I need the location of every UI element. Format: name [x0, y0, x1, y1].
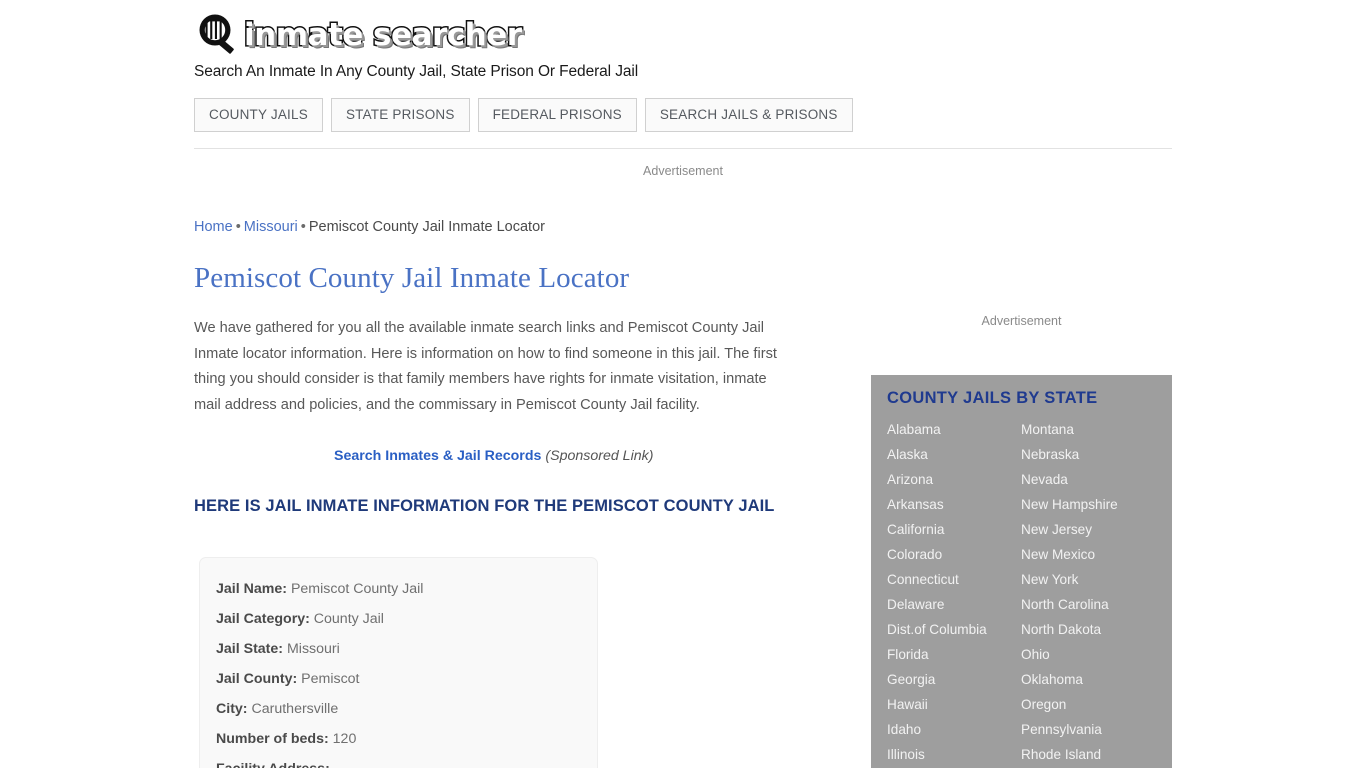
breadcrumb-separator-2: • [300, 219, 306, 235]
info-value: Caruthersville [251, 701, 339, 717]
county-jails-by-state-panel: COUNTY JAILS BY STATE Alabama Alaska Ari… [871, 375, 1172, 768]
site-logo[interactable]: inmate searcher [194, 10, 1172, 60]
state-link-connecticut[interactable]: Connecticut [887, 567, 1021, 592]
breadcrumb-current: Pemiscot County Jail Inmate Locator [308, 219, 545, 235]
info-row: Jail Category: County Jail [216, 604, 597, 634]
site-logo-text: inmate searcher [243, 16, 524, 55]
site-tagline: Search An Inmate In Any County Jail, Sta… [194, 63, 639, 80]
breadcrumb-state-link[interactable]: Missouri [244, 219, 298, 235]
magnifier-jail-icon [194, 11, 242, 59]
state-link-north-dakota[interactable]: North Dakota [1021, 617, 1155, 642]
state-link-nevada[interactable]: Nevada [1021, 467, 1155, 492]
info-row: Jail County: Pemiscot [216, 664, 597, 694]
state-link-new-mexico[interactable]: New Mexico [1021, 542, 1155, 567]
state-link-new-hampshire[interactable]: New Hampshire [1021, 492, 1155, 517]
info-row: Jail Name: Pemiscot County Jail [216, 574, 597, 604]
info-value: 120 [332, 731, 357, 747]
info-value: Missouri [286, 641, 340, 657]
state-link-california[interactable]: California [887, 517, 1021, 542]
state-link-north-carolina[interactable]: North Carolina [1021, 592, 1155, 617]
state-link-new-york[interactable]: New York [1021, 567, 1155, 592]
page-root: inmate searcher Search An Inmate In Any … [0, 0, 1366, 768]
sponsored-link-row: Search Inmates & Jail Records (Sponsored … [194, 448, 794, 464]
state-link-arkansas[interactable]: Arkansas [887, 492, 1021, 517]
state-link-colorado[interactable]: Colorado [887, 542, 1021, 567]
breadcrumb-home-link[interactable]: Home [194, 219, 233, 235]
jail-info-card: Jail Name: Pemiscot County Jail Jail Cat… [199, 557, 598, 768]
info-row: Jail State: Missouri [216, 634, 597, 664]
breadcrumb: Home • Missouri • Pemiscot County Jail Inmat… [194, 219, 545, 235]
state-link-nebraska[interactable]: Nebraska [1021, 442, 1155, 467]
states-column-left: Alabama Alaska Arizona Arkansas Californ… [887, 417, 1021, 767]
info-row: Number of beds: 120 [216, 724, 597, 754]
page-title: Pemiscot County Jail Inmate Locator [194, 262, 630, 294]
sponsored-note: (Sponsored Link) [545, 448, 654, 464]
info-label: Number of beds: [216, 731, 329, 747]
state-link-dist-of-columbia[interactable]: Dist.of Columbia [887, 617, 1021, 642]
info-value: County Jail [313, 611, 384, 627]
nav-item-search-jails-prisons[interactable]: SEARCH JAILS & PRISONS [644, 98, 853, 132]
states-column-right: Montana Nebraska Nevada New Hampshire Ne… [1021, 417, 1155, 767]
top-ad-label: Advertisement [643, 164, 723, 178]
state-link-rhode-island[interactable]: Rhode Island [1021, 742, 1155, 767]
state-link-georgia[interactable]: Georgia [887, 667, 1021, 692]
nav-item-federal-prisons[interactable]: FEDERAL PRISONS [477, 98, 637, 132]
state-link-alabama[interactable]: Alabama [887, 417, 1021, 442]
breadcrumb-separator: • [235, 219, 241, 235]
info-row: City: Caruthersville [216, 694, 597, 724]
main-content: Pemiscot County Jail Inmate Locator We h… [194, 258, 794, 519]
state-link-new-jersey[interactable]: New Jersey [1021, 517, 1155, 542]
state-link-oklahoma[interactable]: Oklahoma [1021, 667, 1155, 692]
state-link-idaho[interactable]: Idaho [887, 717, 1021, 742]
nav-item-state-prisons[interactable]: STATE PRISONS [330, 98, 470, 132]
primary-nav: COUNTY JAILS STATE PRISONS FEDERAL PRISO… [194, 98, 853, 132]
state-link-pennsylvania[interactable]: Pennsylvania [1021, 717, 1155, 742]
states-panel-title: COUNTY JAILS BY STATE [887, 389, 1098, 407]
info-value: Pemiscot County Jail [290, 581, 424, 597]
state-link-montana[interactable]: Montana [1021, 417, 1155, 442]
state-link-alaska[interactable]: Alaska [887, 442, 1021, 467]
section-heading: HERE IS JAIL INMATE INFORMATION FOR THE … [194, 497, 775, 515]
state-link-arizona[interactable]: Arizona [887, 467, 1021, 492]
state-link-oregon[interactable]: Oregon [1021, 692, 1155, 717]
info-value: Pemiscot [301, 671, 360, 687]
state-link-delaware[interactable]: Delaware [887, 592, 1021, 617]
intro-paragraph: We have gathered for you all the availab… [194, 320, 777, 413]
states-columns: Alabama Alaska Arizona Arkansas Californ… [887, 417, 1172, 767]
info-row: Facility Address: [216, 754, 597, 768]
info-label: City: [216, 701, 248, 717]
info-label: Jail Category: [216, 611, 310, 627]
sidebar-ad-label: Advertisement [981, 314, 1062, 328]
header-divider [194, 148, 1172, 149]
state-link-ohio[interactable]: Ohio [1021, 642, 1155, 667]
state-link-illinois[interactable]: Illinois [887, 742, 1021, 767]
state-link-hawaii[interactable]: Hawaii [887, 692, 1021, 717]
site-header: inmate searcher Search An Inmate In Any … [194, 10, 1172, 81]
info-label: Jail Name: [216, 581, 287, 597]
nav-item-county-jails[interactable]: COUNTY JAILS [194, 98, 323, 132]
info-label: Jail State: [216, 641, 284, 657]
state-link-florida[interactable]: Florida [887, 642, 1021, 667]
search-inmates-records-link[interactable]: Search Inmates & Jail Records [334, 448, 541, 464]
info-label: Facility Address: [216, 761, 330, 768]
info-label: Jail County: [216, 671, 298, 687]
